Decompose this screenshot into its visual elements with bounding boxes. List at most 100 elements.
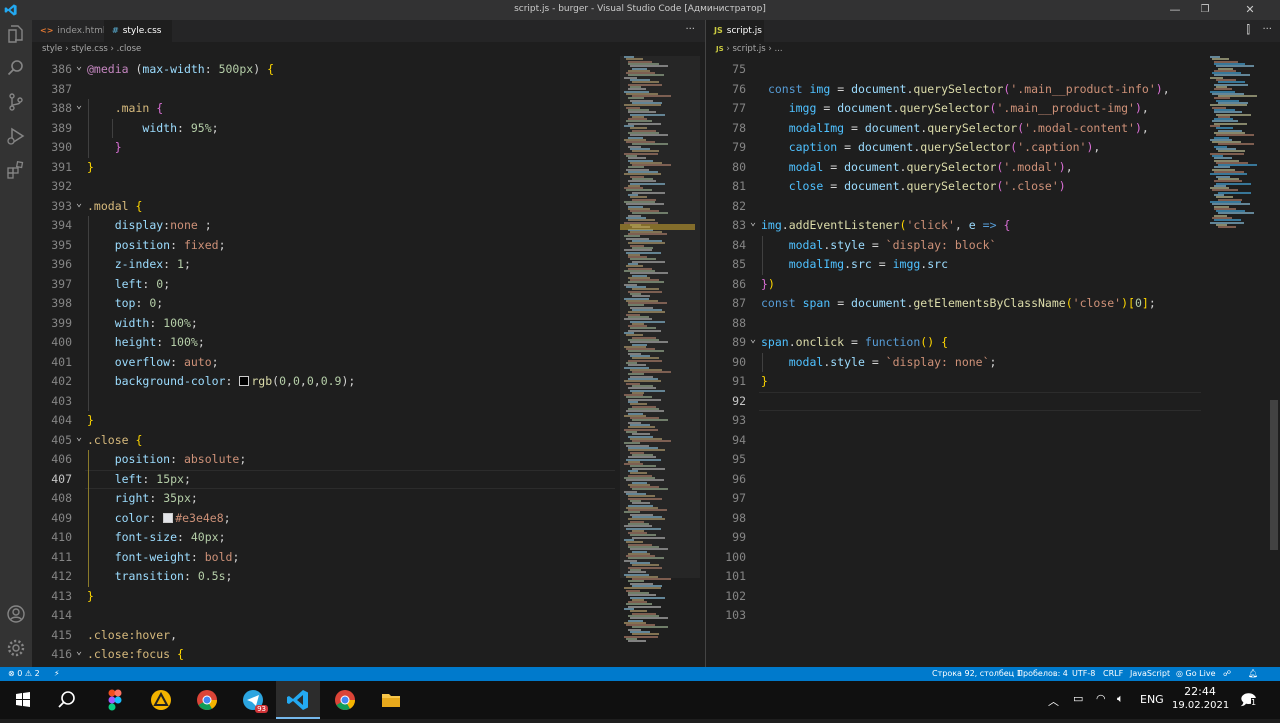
extensions-icon[interactable]: [6, 160, 26, 180]
eol-setting[interactable]: CRLF: [1103, 667, 1123, 681]
line-number[interactable]: 410: [32, 528, 72, 548]
line-number[interactable]: 408: [32, 489, 72, 509]
code-line[interactable]: 389 width: 95%;: [32, 119, 615, 139]
code-line[interactable]: 414: [32, 606, 615, 626]
code-line[interactable]: 78 modalImg = document.querySelector('.m…: [706, 119, 1201, 139]
vscode-taskbar-icon[interactable]: [276, 681, 320, 719]
line-number[interactable]: 88: [706, 314, 746, 334]
code-line[interactable]: 89 ⌄ span.onclick = function() {: [706, 333, 1201, 353]
code-line[interactable]: 95: [706, 450, 1201, 470]
line-number[interactable]: 76: [706, 80, 746, 100]
line-number[interactable]: 102: [706, 587, 746, 607]
code-line[interactable]: 409 color: #e3e4e8;: [32, 509, 615, 529]
code-line[interactable]: 85 modalImg.src = imgg.src: [706, 255, 1201, 275]
minimap-viewport[interactable]: [620, 56, 700, 578]
line-number[interactable]: 103: [706, 606, 746, 626]
fold-chevron-icon[interactable]: ⌄: [76, 194, 82, 214]
line-number[interactable]: 91: [706, 372, 746, 392]
line-number[interactable]: 412: [32, 567, 72, 587]
line-number[interactable]: 405: [32, 431, 72, 451]
encoding-setting[interactable]: UTF-8: [1072, 667, 1095, 681]
line-number[interactable]: 407: [32, 470, 72, 490]
fold-chevron-icon[interactable]: ⌄: [76, 428, 82, 448]
tab-index-html[interactable]: <> index.html: [32, 20, 105, 42]
line-number[interactable]: 99: [706, 528, 746, 548]
line-number[interactable]: 89: [706, 333, 746, 353]
left-code-editor[interactable]: 386 ⌄ @media (max-width: 500px) {387 388 ⌄ .…: [32, 56, 615, 667]
line-number[interactable]: 98: [706, 509, 746, 529]
code-line[interactable]: 84 modal.style = `display: block`: [706, 236, 1201, 256]
code-line[interactable]: 399 width: 100%;: [32, 314, 615, 334]
run-debug-icon[interactable]: [6, 126, 26, 146]
code-line[interactable]: 86}): [706, 275, 1201, 295]
line-number[interactable]: 416: [32, 645, 72, 665]
code-line[interactable]: 387: [32, 80, 615, 100]
fold-chevron-icon[interactable]: ⌄: [76, 96, 82, 116]
breadcrumb-item[interactable]: script.js: [732, 44, 765, 54]
code-line[interactable]: 411 font-weight: bold;: [32, 548, 615, 568]
cursor-position[interactable]: Строка 92, столбец 1: [932, 667, 1022, 681]
code-line[interactable]: 402 background-color: rgb(0,0,0,0.9);: [32, 372, 615, 392]
taskbar-search-icon[interactable]: [52, 685, 82, 715]
notification-center-icon[interactable]: 🗩︎ 1: [1240, 690, 1257, 715]
line-number[interactable]: 397: [32, 275, 72, 295]
code-line[interactable]: 392: [32, 177, 615, 197]
sync-icon[interactable]: ⚡: [54, 667, 60, 681]
code-line[interactable]: 99: [706, 528, 1201, 548]
minimize-button[interactable]: —: [1160, 0, 1190, 20]
breadcrumb-item[interactable]: style: [42, 44, 62, 54]
code-line[interactable]: 93: [706, 411, 1201, 431]
code-line[interactable]: 101: [706, 567, 1201, 587]
code-line[interactable]: 396 z-index: 1;: [32, 255, 615, 275]
line-number[interactable]: 406: [32, 450, 72, 470]
line-number[interactable]: 85: [706, 255, 746, 275]
code-line[interactable]: 103: [706, 606, 1201, 626]
code-line[interactable]: 94: [706, 431, 1201, 451]
line-number[interactable]: 392: [32, 177, 72, 197]
go-live-button[interactable]: ◎ Go Live: [1176, 667, 1216, 681]
line-number[interactable]: 396: [32, 255, 72, 275]
line-number[interactable]: 398: [32, 294, 72, 314]
line-number[interactable]: 394: [32, 216, 72, 236]
code-line[interactable]: 413}: [32, 587, 615, 607]
line-number[interactable]: 96: [706, 470, 746, 490]
line-number[interactable]: 95: [706, 450, 746, 470]
line-number[interactable]: 97: [706, 489, 746, 509]
line-number[interactable]: 81: [706, 177, 746, 197]
code-line[interactable]: 386 ⌄ @media (max-width: 500px) {: [32, 60, 615, 80]
code-line[interactable]: 91}: [706, 372, 1201, 392]
code-line[interactable]: 393 ⌄ .modal {: [32, 197, 615, 217]
line-number[interactable]: 404: [32, 411, 72, 431]
line-number[interactable]: 387: [32, 80, 72, 100]
line-number[interactable]: 100: [706, 548, 746, 568]
chrome-icon[interactable]: [192, 685, 222, 715]
code-line[interactable]: 395 position: fixed;: [32, 236, 615, 256]
code-line[interactable]: 410 font-size: 40px;: [32, 528, 615, 548]
volume-icon[interactable]: 🔈︎: [1117, 692, 1124, 706]
code-line[interactable]: 412 transition: 0.5s;: [32, 567, 615, 587]
warning-triangle-app-icon[interactable]: [146, 685, 176, 715]
code-line[interactable]: 83 ⌄ img.addEventListener('click', e => {: [706, 216, 1201, 236]
line-number[interactable]: 393: [32, 197, 72, 217]
split-editor-button[interactable]: ⫿: [1246, 20, 1250, 40]
settings-gear-icon[interactable]: [6, 638, 26, 658]
breadcrumb-item[interactable]: style.css: [71, 44, 108, 54]
line-number[interactable]: 409: [32, 509, 72, 529]
right-scrollbar-thumb[interactable]: [1270, 400, 1278, 550]
windows-logo-icon[interactable]: [8, 685, 38, 715]
code-line[interactable]: 404}: [32, 411, 615, 431]
code-line[interactable]: 102: [706, 587, 1201, 607]
notifications-bell-icon[interactable]: 🔔︎: [1248, 667, 1258, 681]
folder-icon[interactable]: [376, 685, 406, 715]
line-number[interactable]: 390: [32, 138, 72, 158]
code-line[interactable]: 76 const img = document.querySelector('.…: [706, 80, 1201, 100]
code-line[interactable]: 391}: [32, 158, 615, 178]
line-number[interactable]: 82: [706, 197, 746, 217]
line-number[interactable]: 86: [706, 275, 746, 295]
line-number[interactable]: 414: [32, 606, 72, 626]
line-number[interactable]: 77: [706, 99, 746, 119]
line-number[interactable]: 386: [32, 60, 72, 80]
fold-chevron-icon[interactable]: ⌄: [76, 57, 82, 77]
indentation-setting[interactable]: Пробелов: 4: [1017, 667, 1068, 681]
code-line[interactable]: 397 left: 0;: [32, 275, 615, 295]
